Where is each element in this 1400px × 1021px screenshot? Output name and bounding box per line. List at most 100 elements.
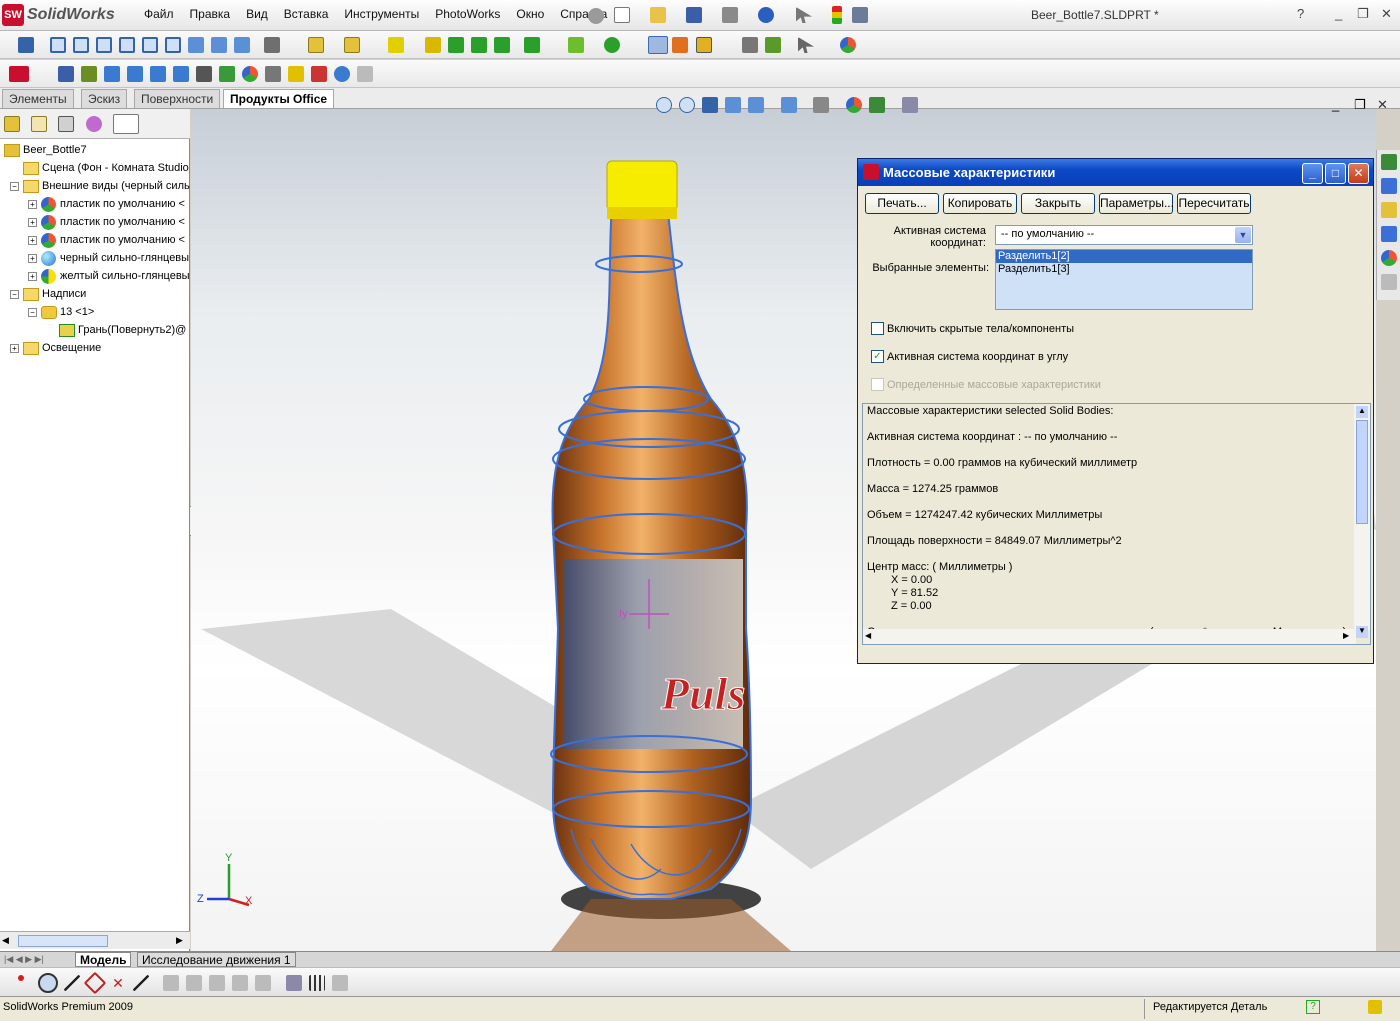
centerpoint-icon[interactable] <box>38 973 58 993</box>
select-icon[interactable] <box>798 37 814 53</box>
tab-motion-study[interactable]: Исследование движения 1 <box>137 952 296 967</box>
custom-properties-tab-icon[interactable] <box>1381 274 1397 290</box>
render-to-file-icon[interactable] <box>150 66 166 82</box>
dialog-minimize-button[interactable]: _ <box>1302 163 1323 184</box>
minimize-icon[interactable]: _ <box>1335 6 1342 21</box>
decal-editor-icon[interactable] <box>288 66 304 82</box>
selected-item[interactable]: Разделить1[2] <box>996 250 1252 263</box>
selected-items-list[interactable]: Разделить1[2] Разделить1[3] <box>995 249 1253 310</box>
isometric-view-icon[interactable] <box>188 37 204 53</box>
view-palette-tab-icon[interactable] <box>1381 226 1397 242</box>
restore-icon[interactable]: ❐ <box>1357 6 1369 22</box>
lighting-editor-icon[interactable] <box>265 66 281 82</box>
dimension-sketch-icon[interactable] <box>286 975 302 991</box>
help-icon[interactable]: ? <box>1297 6 1304 21</box>
scroll-thumb[interactable] <box>1356 420 1368 524</box>
loft-icon[interactable] <box>494 37 510 53</box>
back-view-icon[interactable] <box>73 37 89 53</box>
configuration-manager-tab-icon[interactable] <box>58 116 74 132</box>
shape-icon[interactable] <box>388 37 404 53</box>
print-button[interactable]: Печать... <box>865 193 939 214</box>
expand-icon[interactable]: + <box>28 271 37 281</box>
scroll-left-icon[interactable]: ◀ <box>2 935 9 946</box>
sketch-entity-icon[interactable] <box>344 37 360 53</box>
scroll-down-icon[interactable]: ▼ <box>1356 626 1368 638</box>
help-status-icon[interactable]: ? <box>1306 1000 1320 1014</box>
dimension-icon[interactable] <box>742 37 758 53</box>
collapse-icon[interactable]: − <box>28 307 37 317</box>
menu-photoworks[interactable]: PhotoWorks <box>427 7 508 21</box>
appearances-tab-icon[interactable] <box>1381 250 1397 266</box>
scroll-left-icon[interactable]: ◀ <box>865 631 871 640</box>
menu-edit[interactable]: Правка <box>182 7 239 21</box>
feature-manager-tab-icon[interactable] <box>4 116 20 132</box>
scroll-right-icon[interactable]: ▶ <box>176 935 183 946</box>
grid-icon[interactable] <box>309 975 325 991</box>
right-view-icon[interactable] <box>119 37 135 53</box>
collapse-icon[interactable]: − <box>10 181 19 191</box>
viewport-restore-icon[interactable]: ❐ <box>1354 97 1366 113</box>
menu-window[interactable]: Окно <box>508 7 552 21</box>
tag-icon[interactable] <box>1368 1000 1382 1014</box>
tab-model[interactable]: Модель <box>75 952 132 967</box>
menu-help[interactable]: Справка <box>552 7 615 21</box>
appearance-icon[interactable] <box>840 37 856 53</box>
dialog-close-button[interactable]: ✕ <box>1348 163 1369 184</box>
viewport-minimize-icon[interactable]: _ <box>1332 97 1339 112</box>
mass-properties-icon[interactable] <box>672 37 688 53</box>
viewport-close-icon[interactable]: ✕ <box>1377 97 1388 113</box>
top-view-icon[interactable] <box>142 37 158 53</box>
bottle-body[interactable] <box>551 203 753 900</box>
design-library-tab-icon[interactable] <box>1381 178 1397 194</box>
resources-tab-icon[interactable] <box>1381 154 1397 170</box>
pattern-icon[interactable] <box>524 37 540 53</box>
previous-view-icon[interactable] <box>702 97 718 113</box>
appearance-editor-icon[interactable] <box>242 66 258 82</box>
insert-feature-icon[interactable] <box>308 37 324 53</box>
render-last-icon[interactable] <box>173 66 189 82</box>
material-icon[interactable] <box>334 66 350 82</box>
section-view-icon[interactable] <box>725 97 741 113</box>
tree-item[interactable]: + черный сильно-глянцевы <box>28 249 189 267</box>
coord-system-corner-checkbox[interactable]: ✓ Активная система координат в углу <box>871 350 1068 363</box>
tree-item[interactable]: + пластик по умолчанию < <box>28 231 185 249</box>
scene-icon[interactable] <box>81 66 97 82</box>
copy-button[interactable]: Копировать <box>943 193 1017 214</box>
new-document-icon[interactable] <box>614 7 630 23</box>
menu-insert[interactable]: Вставка <box>276 7 337 21</box>
view-settings-icon[interactable] <box>902 97 918 113</box>
trimetric-view-icon[interactable] <box>211 37 227 53</box>
cross-icon[interactable]: ✕ <box>110 975 126 991</box>
tree-item[interactable]: + Освещение <box>10 339 101 357</box>
diamond-icon[interactable] <box>83 971 107 995</box>
tree-item[interactable]: + пластик по умолчанию < <box>28 213 185 231</box>
revolve-icon[interactable] <box>448 37 464 53</box>
property-manager-tab-icon[interactable] <box>31 116 47 132</box>
expand-icon[interactable]: + <box>28 235 37 245</box>
tree-item[interactable]: − Надписи <box>10 285 86 303</box>
selected-item[interactable]: Разделить1[3] <box>996 263 1252 276</box>
left-view-icon[interactable] <box>96 37 112 53</box>
tree-item[interactable]: Грань(Повернуть2)@ <box>46 321 186 339</box>
render-area-icon[interactable] <box>104 66 120 82</box>
collapse-icon[interactable]: − <box>10 289 19 299</box>
coordinate-system-select[interactable]: -- по умолчанию -- ▼ <box>995 225 1253 245</box>
tree-horizontal-scrollbar[interactable]: ◀ ▶ <box>0 931 190 949</box>
sweep-icon[interactable] <box>471 37 487 53</box>
curves-icon[interactable] <box>604 37 620 53</box>
scroll-thumb[interactable] <box>18 935 108 947</box>
smart-lights-icon[interactable] <box>311 66 327 82</box>
chevron-down-icon[interactable]: ▼ <box>1235 227 1251 243</box>
link-views-icon[interactable] <box>264 37 280 53</box>
menu-tools[interactable]: Инструменты <box>336 7 427 21</box>
tab-office-products[interactable]: Продукты Office <box>223 89 335 108</box>
solidworks-resources-icon[interactable] <box>9 66 29 82</box>
menu-view[interactable]: Вид <box>238 7 276 21</box>
tree-item[interactable]: − Внешние виды (черный силь <box>10 177 190 195</box>
tab-surfaces[interactable]: Поверхности <box>134 89 221 108</box>
save-icon[interactable] <box>686 7 702 23</box>
scroll-up-icon[interactable]: ▲ <box>1356 406 1368 418</box>
relations-icon[interactable] <box>332 975 348 991</box>
measure-icon[interactable] <box>648 36 668 54</box>
print-icon[interactable] <box>722 7 738 23</box>
